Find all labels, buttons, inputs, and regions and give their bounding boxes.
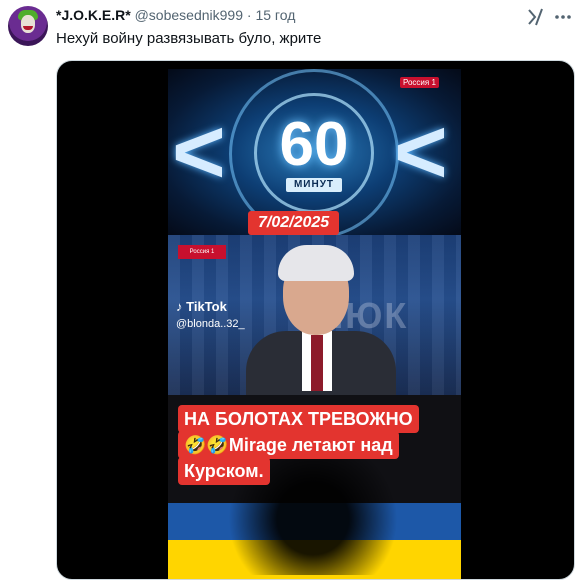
tiktok-handle: @blonda..32_ xyxy=(176,318,245,330)
avatar[interactable] xyxy=(8,6,48,46)
left-chevron-graphic: < xyxy=(172,101,226,203)
person-tie xyxy=(311,335,323,391)
grok-icon[interactable] xyxy=(525,6,547,28)
tiktok-watermark: ♪ TikTok @blonda..32_ xyxy=(176,299,245,332)
show-number: 60 xyxy=(279,110,349,179)
date-badge: 7/02/2025 xyxy=(248,211,340,235)
caption-line-1: НА БОЛОТАХ ТРЕВОЖНО xyxy=(178,405,419,433)
separator-dot: · xyxy=(246,7,252,23)
tweet-text: Нехуй войну развязывать було, жрите xyxy=(56,30,322,47)
avatar-face xyxy=(21,15,35,33)
video-frame[interactable]: < < Россия 1 60 МИНУТ 7/02/2025 Россия 1… xyxy=(168,69,461,579)
caption-panel: НА БОЛОТАХ ТРЕВОЖНО 🤣🤣Mirage летают над … xyxy=(168,395,461,579)
person-hair xyxy=(278,245,354,281)
tiktok-label: TikTok xyxy=(186,299,227,314)
show-intro-panel: < < Россия 1 60 МИНУТ 7/02/2025 xyxy=(168,69,461,235)
timestamp[interactable]: 15 год xyxy=(255,7,295,23)
more-icon[interactable] xyxy=(552,6,574,28)
tweet-header: *J.O.K.E.R* @sobesednik999 · 15 год xyxy=(56,6,295,24)
tweet: *J.O.K.E.R* @sobesednik999 · 15 год Неху… xyxy=(0,0,578,582)
show-word: МИНУТ xyxy=(286,178,342,192)
studio-panel: Россия 1 ЛЮК ♪ TikTok @blonda..32_ xyxy=(168,235,461,395)
caption-line-3: Курском. xyxy=(178,457,270,485)
display-name[interactable]: *J.O.K.E.R* xyxy=(56,7,131,23)
channel-logo: Россия 1 xyxy=(400,77,439,88)
channel-badge: Россия 1 xyxy=(178,245,226,259)
right-chevron-graphic: < xyxy=(394,101,448,203)
caption-line-2: 🤣🤣Mirage летают над xyxy=(178,431,399,459)
tiktok-icon: ♪ xyxy=(176,299,183,314)
media-container[interactable]: < < Россия 1 60 МИНУТ 7/02/2025 Россия 1… xyxy=(56,60,575,580)
user-handle[interactable]: @sobesednik999 xyxy=(135,7,243,23)
